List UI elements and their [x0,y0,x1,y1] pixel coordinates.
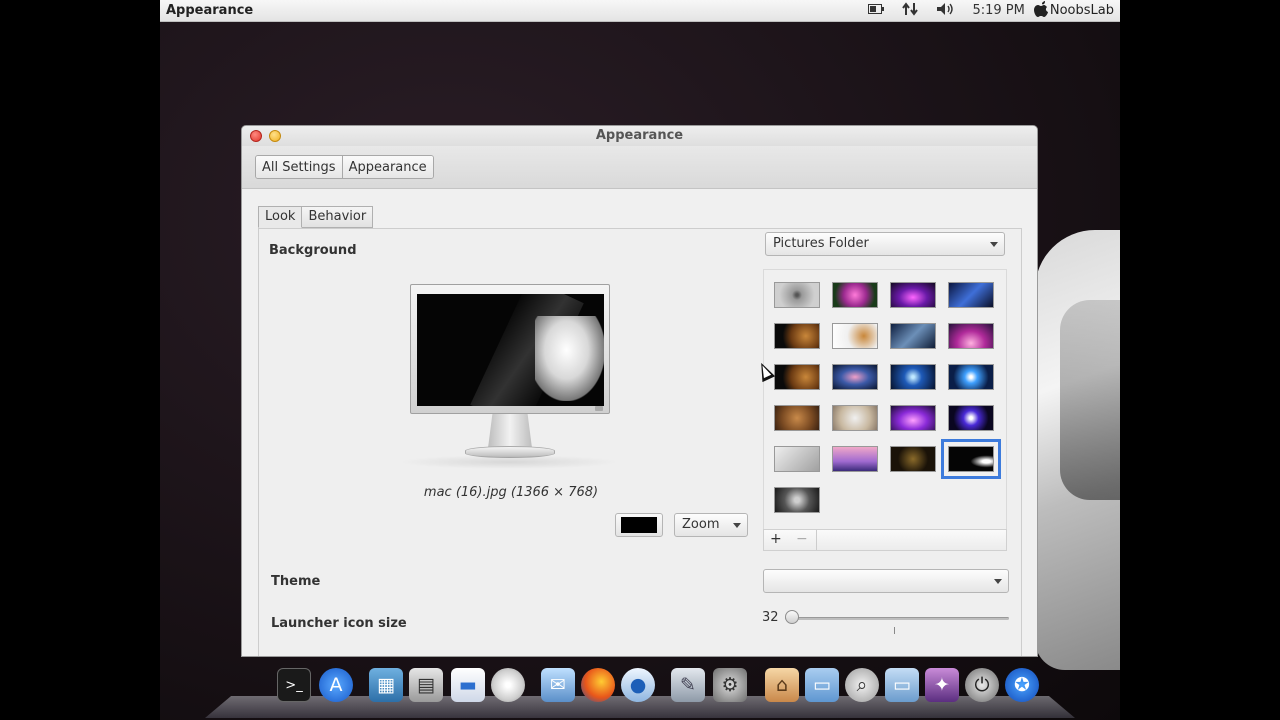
wallpaper-thumbnail[interactable] [832,405,878,431]
window-titlebar[interactable]: Appearance [242,126,1037,146]
wallpaper-thumbnail[interactable] [774,364,820,390]
tab-look[interactable]: Look [258,206,303,228]
launcher-icon-size-value: 32 [762,610,779,625]
active-app-name: Appearance [166,3,254,18]
monitor-shadow [399,455,619,469]
breadcrumb: All Settings Appearance [255,155,434,179]
close-button[interactable] [250,130,262,142]
power-icon[interactable]: ⏻ [965,668,999,702]
preview-lion [535,316,604,401]
all-settings-button[interactable]: All Settings [256,156,342,178]
color-swatch-button[interactable] [615,513,663,537]
apple-icon[interactable] [1033,0,1048,21]
wallpaper-grid [763,269,1007,529]
wallpaper-thumbnail[interactable] [774,446,820,472]
wallpaper-thumbnail[interactable] [890,323,936,349]
launcher-icon-size-label: Launcher icon size [271,616,407,631]
document-icon[interactable]: ▬ [451,668,485,702]
preview-caption: mac (16).jpg (1366 × 768) [423,485,599,500]
battery-icon[interactable] [868,3,885,18]
accessibility-icon[interactable]: ✪ [1005,668,1039,702]
messenger-icon[interactable]: ● [621,668,655,702]
wallpaper-source-value: Pictures Folder [773,236,869,251]
preview-app-icon[interactable]: ✉ [541,668,575,702]
text-editor-icon[interactable]: ✎ [671,668,705,702]
chevron-down-icon [733,523,741,528]
wallpaper-thumbnail[interactable] [774,487,820,513]
dvd-icon[interactable] [491,668,525,702]
minimize-button[interactable] [269,130,281,142]
monitor-stand-neck [488,414,532,448]
wallpaper-thumbnail[interactable] [948,364,994,390]
window-title: Appearance [595,128,684,143]
tab-behavior[interactable]: Behavior [302,206,374,228]
wallpaper-thumbnail[interactable] [948,323,994,349]
theme-label: Theme [271,574,321,589]
wallpaper-thumbnail[interactable] [890,364,936,390]
magnifier-icon[interactable]: ⌕ [845,668,879,702]
wallpaper-thumbnail[interactable] [774,323,820,349]
home-folder-icon[interactable]: ⌂ [765,668,799,702]
slider-handle[interactable] [785,610,799,624]
chevron-down-icon [994,579,1002,584]
wallpaper-thumbnail[interactable] [832,446,878,472]
screen: Appearance 5:19 PM NoobsLab Appearance A… [0,0,1280,720]
image-viewer-icon[interactable]: ▦ [369,668,403,702]
top-panel: Appearance 5:19 PM NoobsLab [160,0,1120,22]
toolbar-separator [816,530,817,550]
system-settings-icon[interactable]: ⚙ [713,668,747,702]
folder-icon[interactable]: ▭ [805,668,839,702]
wallpaper-thumbnail[interactable] [941,439,1001,479]
tab-bar: Look Behavior [258,206,374,228]
window-toolbar: All Settings Appearance [242,146,1037,189]
add-wallpaper-button[interactable]: + [770,531,782,547]
calculator-icon[interactable]: ▤ [409,668,443,702]
look-page: Background mac (16).jpg (1366 × 768) Zoo… [258,228,1022,656]
photo-manager-icon[interactable]: ✦ [925,668,959,702]
background-label: Background [269,243,357,258]
window-content: Look Behavior Background mac (16).jpg (1… [242,189,1037,656]
dock: >_ A ▦ ▤ ▬ ✉ ● ✎ ⚙ ⌂ ▭ ⌕ ▭ ✦ ⏻ ✪ [205,664,1075,720]
theme-dropdown[interactable] [763,569,1009,593]
appearance-window: Appearance All Settings Appearance Look … [241,125,1038,657]
appearance-crumb-button[interactable]: Appearance [341,156,433,178]
remove-wallpaper-button[interactable]: − [796,531,808,547]
scaling-mode-value: Zoom [682,517,720,532]
downloads-folder-icon[interactable]: ▭ [885,668,919,702]
speaker-icon[interactable] [936,2,954,20]
launcher-icon-size-slider[interactable] [785,617,1009,620]
wallpaper-thumbnail[interactable] [890,446,936,472]
wallpaper-grid-toolbar: + − [763,529,1007,551]
wallpaper-thumbnail[interactable] [948,282,994,308]
wallpaper-lion-shadow [1060,300,1120,500]
app-store-icon[interactable]: A [319,668,353,702]
color-swatch [621,517,657,533]
wallpaper-thumbnail[interactable] [832,323,878,349]
chevron-down-icon [990,242,998,247]
slider-tick [894,627,895,634]
wallpaper-source-dropdown[interactable]: Pictures Folder [765,232,1005,256]
clock[interactable]: 5:19 PM [972,3,1024,18]
user-menu[interactable]: NoobsLab [1050,3,1114,18]
firefox-icon[interactable] [581,668,615,702]
wallpaper-preview [410,284,610,414]
wallpaper-thumbnail[interactable] [890,282,936,308]
wallpaper-thumbnail[interactable] [774,282,820,308]
network-arrows-icon[interactable] [902,1,919,21]
wallpaper-thumbnail[interactable] [832,282,878,308]
wallpaper-thumbnail[interactable] [948,405,994,431]
monitor-power-led [595,406,603,411]
wallpaper-thumbnail[interactable] [832,364,878,390]
wallpaper-thumbnail[interactable] [890,405,936,431]
preview-screen [417,294,604,406]
scaling-mode-dropdown[interactable]: Zoom [674,513,748,537]
wallpaper-thumbnail[interactable] [774,405,820,431]
terminal-icon[interactable]: >_ [277,668,311,702]
